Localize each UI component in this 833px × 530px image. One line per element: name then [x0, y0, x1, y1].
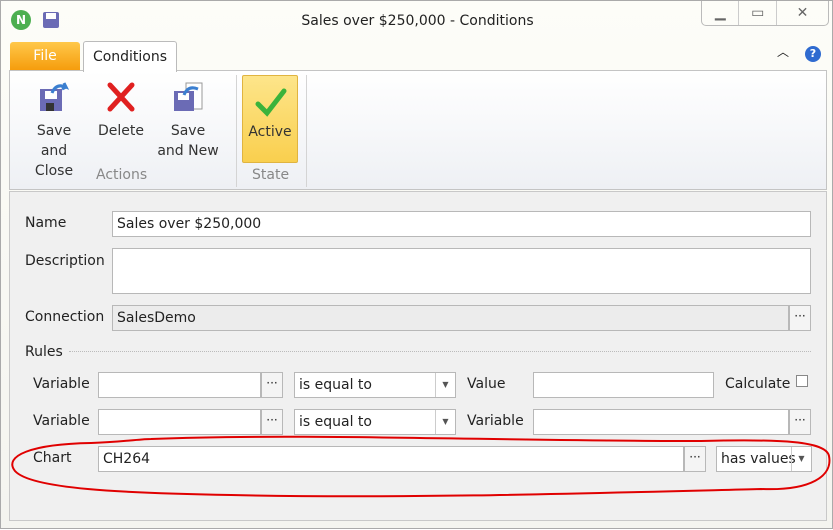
red-annotation-circle: [11, 435, 831, 498]
conditions-window: N Sales over $250,000 - Conditions ▁ ▭ ✕…: [0, 0, 833, 529]
tab-conditions[interactable]: Conditions: [83, 41, 177, 72]
